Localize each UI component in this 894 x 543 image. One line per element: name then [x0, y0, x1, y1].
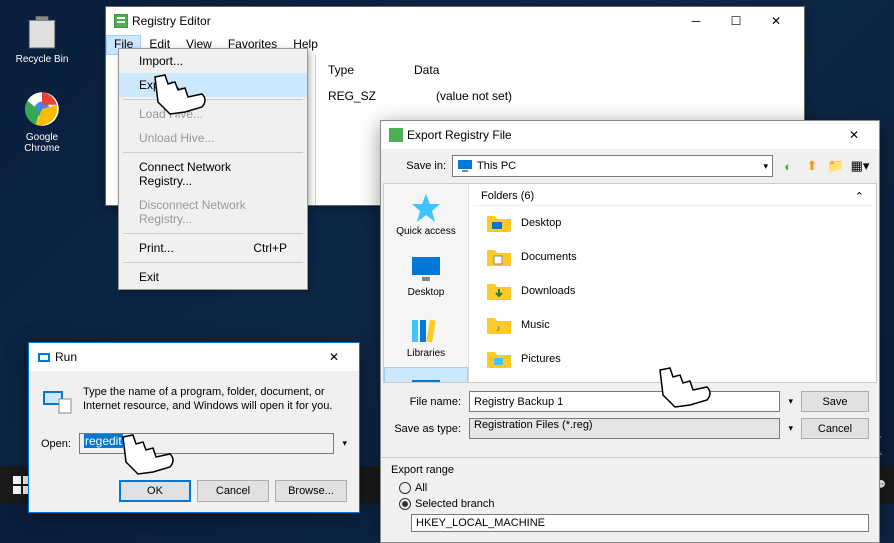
- close-button[interactable]: ✕: [756, 8, 796, 34]
- savetype-label: Save as type:: [391, 423, 461, 435]
- col-type[interactable]: Type: [328, 63, 354, 77]
- savein-label: Save in:: [391, 160, 446, 172]
- run-icon: [41, 385, 73, 417]
- pointer-hand-icon: [150, 72, 210, 127]
- folder-downloads[interactable]: Downloads: [473, 274, 872, 308]
- places-sidebar: Quick access Desktop Libraries This PC N…: [384, 184, 469, 382]
- menu-item-unload-hive: Unload Hive...: [119, 126, 307, 150]
- val-type: REG_SZ: [328, 89, 376, 103]
- menu-item-disconnect-network: Disconnect Network Registry...: [119, 193, 307, 231]
- close-button[interactable]: ✕: [837, 122, 871, 148]
- svg-text:♪: ♪: [496, 323, 501, 333]
- savein-dropdown[interactable]: This PC ▾: [452, 155, 773, 177]
- filename-input[interactable]: [469, 391, 780, 412]
- dropdown-icon[interactable]: ▾: [342, 438, 347, 449]
- titlebar[interactable]: Registry Editor ─ ☐ ✕: [106, 7, 804, 35]
- folder-documents[interactable]: Documents: [473, 240, 872, 274]
- desktop-icon-recycle[interactable]: Recycle Bin: [12, 10, 72, 65]
- menu-item-connect-network[interactable]: Connect Network Registry...: [119, 155, 307, 193]
- export-range-title: Export range: [391, 464, 869, 476]
- menu-item-export[interactable]: Export...: [119, 73, 307, 97]
- open-label: Open:: [41, 438, 71, 450]
- cancel-button[interactable]: Cancel: [197, 480, 269, 502]
- minimize-button[interactable]: ─: [676, 8, 716, 34]
- up-icon[interactable]: ⬆: [803, 157, 821, 175]
- radio-icon: [399, 498, 411, 510]
- col-data[interactable]: Data: [414, 63, 439, 77]
- range-selected[interactable]: Selected branch: [391, 498, 869, 510]
- filename-label: File name:: [391, 396, 461, 408]
- titlebar[interactable]: Export Registry File ✕: [381, 121, 879, 149]
- views-icon[interactable]: ▦▾: [851, 157, 869, 175]
- pc-icon: [457, 159, 473, 173]
- menu-item-import[interactable]: Import...: [119, 49, 307, 73]
- folders-count: Folders (6): [481, 190, 534, 203]
- cancel-button[interactable]: Cancel: [801, 418, 869, 439]
- desktop-icon-label: Recycle Bin: [16, 54, 69, 65]
- window-title: Export Registry File: [389, 128, 837, 142]
- file-menu-dropdown: Import... Export... Load Hive... Unload …: [118, 48, 308, 290]
- range-value-input[interactable]: [411, 514, 869, 532]
- sidebar-libraries[interactable]: Libraries: [384, 306, 468, 367]
- folder-view[interactable]: Folders (6) ⌃ Desktop Documents Download…: [469, 184, 876, 382]
- window-title: Run: [37, 350, 317, 364]
- collapse-icon[interactable]: ⌃: [855, 190, 864, 203]
- menu-separator: [123, 152, 303, 153]
- sidebar-quick-access[interactable]: Quick access: [384, 184, 468, 245]
- desktop-icon-label: Google Chrome: [24, 132, 60, 154]
- radio-icon: [399, 482, 411, 494]
- window-title: Registry Editor: [114, 14, 676, 28]
- browse-button[interactable]: Browse...: [275, 480, 347, 502]
- run-description: Type the name of a program, folder, docu…: [83, 385, 347, 417]
- menu-separator: [123, 262, 303, 263]
- menu-separator: [123, 233, 303, 234]
- menu-item-load-hive: Load Hive...: [119, 102, 307, 126]
- pointer-hand-icon: [655, 365, 715, 420]
- titlebar[interactable]: Run ✕: [29, 343, 359, 371]
- run-dialog: Run ✕ Type the name of a program, folder…: [28, 342, 360, 513]
- sidebar-this-pc[interactable]: This PC: [384, 367, 468, 382]
- new-folder-icon[interactable]: 📁: [827, 157, 845, 175]
- save-button[interactable]: Save: [801, 391, 869, 412]
- maximize-button[interactable]: ☐: [716, 8, 756, 34]
- export-dialog: Export Registry File ✕ Save in: This PC …: [380, 120, 880, 543]
- close-button[interactable]: ✕: [317, 344, 351, 370]
- val-data: (value not set): [436, 89, 512, 103]
- savetype-dropdown[interactable]: Registration Files (*.reg): [469, 418, 780, 439]
- menu-item-exit[interactable]: Exit: [119, 265, 307, 289]
- folder-desktop[interactable]: Desktop: [473, 206, 872, 240]
- menu-item-print[interactable]: Print...Ctrl+P: [119, 236, 307, 260]
- sidebar-desktop[interactable]: Desktop: [384, 245, 468, 306]
- desktop-icon-chrome[interactable]: Google Chrome: [12, 88, 72, 154]
- pointer-hand-icon: [118, 432, 178, 487]
- range-all[interactable]: All: [391, 482, 869, 494]
- back-icon[interactable]: ◐: [779, 157, 797, 175]
- folder-music[interactable]: ♪ Music: [473, 308, 872, 342]
